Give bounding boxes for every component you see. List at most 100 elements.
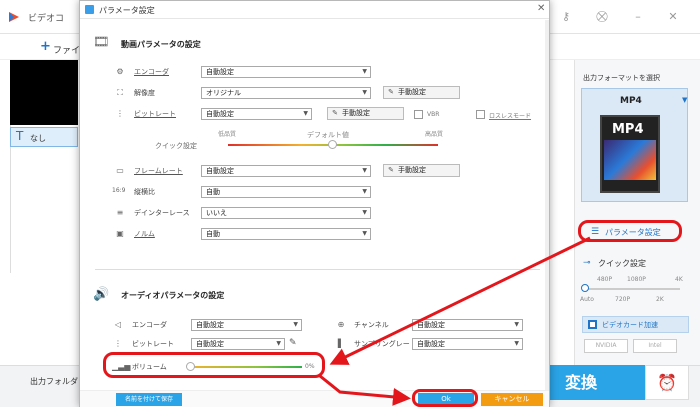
chevron-down-icon: ▼ <box>362 188 367 195</box>
quick-tick-4k: 4K <box>675 276 683 283</box>
pencil-icon[interactable]: ✎ <box>289 338 297 348</box>
resolution-manual-label: 手動設定 <box>398 88 426 96</box>
bitrate-manual-button[interactable]: ✎ 手動設定 <box>327 107 404 120</box>
alarm-clock-icon[interactable]: ⏰ <box>645 365 689 400</box>
audio-encoder-select[interactable]: 自動設定 ▼ <box>191 319 302 331</box>
gpu-checkbox[interactable] <box>588 320 597 329</box>
audio-bitrate-value: 自動設定 <box>196 340 224 348</box>
quick-tick-480p: 480P <box>597 276 613 283</box>
deinterlace-select[interactable]: いいえ ▼ <box>201 207 371 219</box>
sample-rate-select[interactable]: 自動設定 ▼ <box>412 338 523 350</box>
minimize-icon[interactable]: – <box>631 10 645 24</box>
intel-badge: Intel <box>633 339 677 353</box>
chevron-down-icon: ▼ <box>514 340 519 347</box>
framerate-value: 自動設定 <box>206 167 234 175</box>
resolution-select[interactable]: オリジナル ▼ <box>201 87 371 99</box>
channel-value: 自動設定 <box>417 321 445 329</box>
quick-tick-auto: Auto <box>580 296 594 303</box>
video-encoder-select[interactable]: 自動設定 ▼ <box>201 66 371 78</box>
audio-settings-icon: 🔊 <box>93 287 110 302</box>
pencil-icon: ✎ <box>388 166 394 174</box>
volume-highlight <box>103 352 325 378</box>
chevron-down-icon: ▼ <box>293 321 298 328</box>
close-app-icon[interactable]: ✕ <box>666 10 680 24</box>
quick-settings-handle[interactable] <box>581 284 589 292</box>
chevron-down-icon: ▼ <box>362 167 367 174</box>
chevron-down-icon[interactable]: ▼ <box>682 96 687 104</box>
vbr-checkbox[interactable] <box>414 110 423 119</box>
output-folder-label: 出力フォルダ： <box>30 377 86 386</box>
quick-tick-720p: 720P <box>615 296 631 303</box>
resolution-label: 解像度 <box>134 89 155 97</box>
sample-rate-value: 自動設定 <box>417 340 445 348</box>
video-section-title: 動画パラメータの設定 <box>121 40 201 49</box>
cart-icon[interactable]: ⛒ <box>595 10 609 24</box>
speaker-icon: ◁ <box>114 320 122 329</box>
audio-bitrate-label: ビットレート <box>132 340 174 348</box>
chevron-down-icon: ▼ <box>276 340 281 347</box>
encoder-icon: ⚙ <box>116 67 124 76</box>
quick-settings-slider[interactable] <box>585 288 680 290</box>
quick-settings-title: クイック設定 <box>598 259 646 268</box>
resolution-manual-button[interactable]: ✎ 手動設定 <box>383 86 460 99</box>
key-icon[interactable]: ⚷ <box>559 10 573 24</box>
audio-bitrate-select[interactable]: 自動設定 ▼ <box>191 338 285 350</box>
norm-select[interactable]: 自動 ▼ <box>201 228 371 240</box>
video-bitrate-label[interactable]: ビットレート <box>134 109 176 119</box>
video-encoder-label[interactable]: エンコーダ <box>134 67 169 77</box>
vbr-label: VBR <box>427 111 440 118</box>
section-divider <box>95 269 540 270</box>
gpu-acceleration-label: ビデオカード加速 <box>602 321 658 329</box>
text-icon: T <box>16 129 24 143</box>
save-as-button[interactable]: 名前を付けて保存 <box>116 393 182 406</box>
app-logo-icon <box>9 12 19 22</box>
bitrate-icon: ⋮ <box>116 109 124 118</box>
framerate-select[interactable]: 自動設定 ▼ <box>201 165 371 177</box>
pencil-icon: ✎ <box>332 109 338 117</box>
close-icon[interactable]: ✕ <box>537 3 545 14</box>
video-quality-handle[interactable] <box>328 140 337 149</box>
lossless-label[interactable]: ロスレスモード <box>489 111 531 120</box>
audio-section-title: オーディオパラメータの設定 <box>121 291 225 300</box>
format-panel-title: 出力フォーマットを選択 <box>583 74 660 82</box>
aspect-select[interactable]: 自動 ▼ <box>201 186 371 198</box>
subtitle-list <box>10 125 78 273</box>
audio-bitrate-icon: ⋮ <box>114 339 122 348</box>
video-settings-icon: 🎞 <box>93 35 110 50</box>
pencil-icon: ✎ <box>388 88 394 96</box>
cancel-button[interactable]: キャンセル <box>481 393 543 406</box>
chevron-down-icon: ▼ <box>362 68 367 75</box>
bitrate-manual-label: 手動設定 <box>342 109 370 117</box>
video-encoder-value: 自動設定 <box>206 68 234 76</box>
aspect-icon: 16:9 <box>112 187 126 194</box>
channel-select[interactable]: 自動設定 ▼ <box>412 319 523 331</box>
norm-value: 自動 <box>206 230 220 238</box>
framerate-manual-button[interactable]: ✎ 手動設定 <box>383 164 460 177</box>
audio-encoder-value: 自動設定 <box>196 321 224 329</box>
aspect-label: 縦横比 <box>134 188 155 196</box>
video-bitrate-value: 自動設定 <box>206 110 234 118</box>
framerate-manual-label: 手動設定 <box>398 166 426 174</box>
video-bitrate-select[interactable]: 自動設定 ▼ <box>201 108 312 120</box>
framerate-icon: ▭ <box>116 166 124 175</box>
add-file-icon[interactable]: + <box>40 39 51 54</box>
deinterlace-icon: ≡ <box>116 208 124 217</box>
norm-label[interactable]: ノルム <box>134 229 155 239</box>
chevron-down-icon: ▼ <box>362 209 367 216</box>
format-name[interactable]: MP4 <box>620 96 642 106</box>
resolution-value: オリジナル <box>206 89 241 97</box>
app-title: ビデオコ <box>28 14 65 24</box>
chevron-down-icon: ▼ <box>514 321 519 328</box>
high-quality-label: 高品質 <box>425 131 444 138</box>
channel-label: チャンネル <box>354 321 389 329</box>
lossless-checkbox[interactable] <box>476 110 485 119</box>
quick-tick-2k: 2K <box>656 296 664 303</box>
sample-rate-label: サンプリングレート <box>354 340 417 348</box>
dialog-scrollbar[interactable] <box>545 20 549 390</box>
low-quality-label: 低品質 <box>218 131 237 138</box>
default-value-label: デフォルト値 <box>307 131 349 139</box>
aspect-value: 自動 <box>206 188 220 196</box>
add-file-button[interactable]: ファイ <box>53 43 80 56</box>
sample-rate-icon: ▌ <box>337 339 345 348</box>
framerate-label[interactable]: フレームレート <box>134 166 183 176</box>
